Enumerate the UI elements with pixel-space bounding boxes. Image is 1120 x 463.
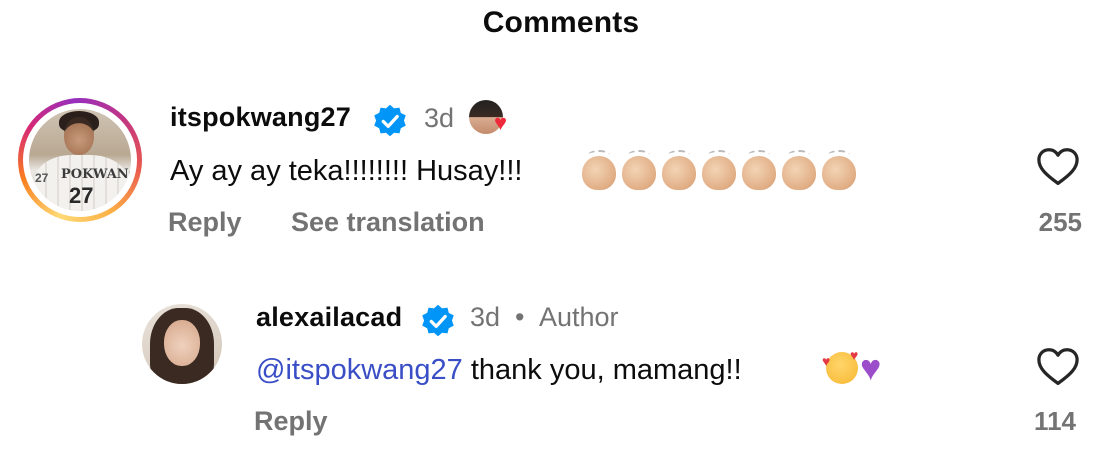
avatar-face: [164, 320, 200, 366]
clapping-hands-icon: [662, 150, 696, 190]
comment-text-line: @itspokwang27 thank you, mamang!!: [256, 354, 742, 387]
reply-button[interactable]: Reply: [254, 406, 328, 437]
jersey-side-number: 27: [35, 171, 49, 185]
clap-emoji-row: [582, 150, 856, 190]
clapping-hands-icon: [822, 150, 856, 190]
avatar: 27 POKWANG 27: [29, 109, 131, 211]
reply-button[interactable]: Reply: [168, 207, 242, 238]
like-heart-icon[interactable]: [1036, 147, 1080, 187]
comment-text: Ay ay ay teka!!!!!!!! Husay!!!: [170, 155, 523, 187]
avatar-story-ring[interactable]: 27 POKWANG 27: [18, 98, 142, 222]
mention-link[interactable]: @itspokwang27: [256, 354, 463, 386]
comment-text: thank you, mamang!!: [462, 354, 742, 386]
see-translation-button[interactable]: See translation: [291, 207, 485, 238]
jersey-number: 27: [69, 183, 94, 208]
verified-badge-icon: [374, 104, 406, 137]
smiling-face-with-hearts-icon: ♥ ♥: [822, 348, 858, 384]
clapping-hands-icon: [622, 150, 656, 190]
meta-separator: •: [515, 302, 525, 332]
avatar[interactable]: [142, 304, 222, 384]
like-count: 114: [1034, 406, 1076, 436]
purple-heart-icon: ♥: [860, 347, 882, 388]
comment-username[interactable]: itspokwang27: [170, 102, 351, 133]
clapping-hands-icon: [582, 150, 616, 190]
like-count: 255: [1038, 207, 1082, 237]
clapping-hands-icon: [742, 150, 776, 190]
author-badge: Author: [539, 302, 619, 332]
jersey-text: POKWANG: [61, 167, 131, 182]
avatar-head: [64, 117, 94, 155]
clapping-hands-icon: [702, 150, 736, 190]
comment-username[interactable]: alexailacad: [256, 302, 402, 333]
author-liked-heart-icon: ♥: [494, 110, 508, 135]
comment-time: 3d: [470, 302, 501, 332]
like-heart-icon[interactable]: [1036, 347, 1080, 387]
clapping-hands-icon: [782, 150, 816, 190]
verified-badge-icon: [422, 304, 454, 337]
comment-time: 3d: [424, 103, 455, 133]
page-title: Comments: [482, 6, 640, 39]
